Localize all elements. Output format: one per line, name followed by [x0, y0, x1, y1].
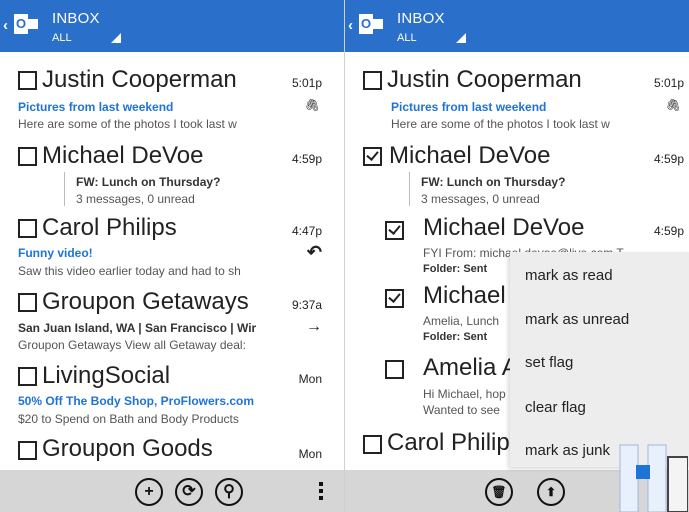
message-item[interactable]: Justin Cooperman 5:01p Pictures from las…: [345, 62, 689, 134]
select-checkbox-checked[interactable]: [385, 221, 404, 240]
message-subject: FW: Lunch on Thursday?: [421, 175, 566, 189]
filter-dropdown-icon[interactable]: [111, 33, 121, 43]
sender-name: Carol Philip: [387, 429, 510, 456]
app-bar: + ⟳ ⚲: [0, 470, 344, 512]
folder-filter[interactable]: ALL: [52, 32, 72, 44]
message-preview: Groupon Getaways View all Getaway deal:: [18, 338, 246, 352]
select-checkbox[interactable]: [363, 71, 382, 90]
select-checkbox[interactable]: [18, 147, 37, 166]
sender-name: LivingSocial: [42, 362, 171, 389]
message-preview: Amelia, Lunch: [423, 314, 500, 328]
back-icon[interactable]: ‹: [348, 17, 353, 34]
message-preview: 3 messages, 0 unread: [421, 192, 540, 206]
search-button[interactable]: ⚲: [215, 478, 243, 506]
select-checkbox[interactable]: [18, 71, 37, 90]
page-title: INBOX: [52, 10, 100, 27]
message-subject: Pictures from last weekend: [18, 100, 174, 114]
sender-name: Amelia A: [423, 354, 518, 381]
paperclip-icon: 🖇: [665, 98, 681, 112]
message-time: 4:59p: [291, 152, 322, 166]
new-message-button[interactable]: +: [135, 478, 163, 506]
message-preview: 3 messages, 0 unread: [76, 192, 195, 206]
select-checkbox[interactable]: [385, 360, 404, 379]
watermark-logo: [619, 444, 688, 512]
select-checkbox[interactable]: [18, 219, 37, 238]
sender-name: Groupon Getaways: [42, 288, 249, 315]
thread-indicator: [64, 172, 65, 206]
folder-label: Folder: Sent: [423, 331, 488, 343]
forward-icon: →: [306, 318, 322, 335]
inbox-pane-left: ‹ O INBOX ALL Justin Cooperman 5:01p Pic…: [0, 0, 344, 512]
back-icon[interactable]: ‹: [3, 17, 8, 34]
thread-indicator: [409, 172, 410, 206]
move-button[interactable]: ⬆: [537, 478, 565, 506]
folder-filter[interactable]: ALL: [397, 32, 417, 44]
select-checkbox-checked[interactable]: [385, 289, 404, 308]
outlook-icon: O: [14, 14, 38, 34]
message-preview: $20 to Spend on Bath and Body Products: [18, 412, 239, 426]
more-options-icon[interactable]: [319, 482, 323, 502]
sender-name: Groupon Goods: [42, 435, 213, 462]
select-checkbox[interactable]: [18, 293, 37, 312]
plus-icon: +: [144, 483, 154, 500]
move-folder-icon: ⬆: [545, 485, 557, 499]
select-checkbox[interactable]: [18, 441, 37, 460]
message-item[interactable]: Groupon Getaways 9:37a San Juan Island, …: [0, 284, 344, 356]
search-icon: ⚲: [223, 483, 235, 500]
menu-item-mark-unread[interactable]: mark as unread: [525, 311, 629, 328]
message-preview-2: Wanted to see: [423, 403, 500, 417]
sync-icon: ⟳: [182, 483, 196, 500]
message-preview: Here are some of the photos I took last …: [18, 117, 237, 131]
message-subject: Funny video!: [18, 246, 93, 260]
message-preview: Hi Michael, hop: [423, 387, 506, 401]
message-item[interactable]: LivingSocial Mon 50% Off The Body Shop, …: [0, 358, 344, 430]
sender-name: Michael DeVoe: [423, 214, 585, 241]
message-item[interactable]: Carol Philips 4:47p Funny video! ↶ Saw t…: [0, 210, 344, 282]
sender-name: Justin Cooperman: [387, 66, 582, 93]
page-title: INBOX: [397, 10, 445, 27]
paperclip-icon: 🖇: [304, 98, 320, 112]
message-item[interactable]: Groupon Goods Mon: [0, 430, 344, 470]
header: ‹ O INBOX ALL: [0, 0, 344, 52]
message-subject: FW: Lunch on Thursday?: [76, 175, 221, 189]
message-subject: 50% Off The Body Shop, ProFlowers.com: [18, 394, 255, 408]
select-checkbox[interactable]: [363, 435, 382, 454]
sync-button[interactable]: ⟳: [175, 478, 203, 506]
message-thread[interactable]: Michael DeVoe 4:59p FW: Lunch on Thursda…: [345, 138, 689, 210]
message-time: 9:37a: [291, 298, 322, 312]
sender-name: Carol Philips: [42, 214, 177, 241]
message-thread[interactable]: Michael DeVoe 4:59p FW: Lunch on Thursda…: [0, 138, 344, 210]
sender-name: Michael DeVoe: [42, 142, 204, 169]
delete-button[interactable]: 🗑: [485, 478, 513, 506]
header: ‹ O INBOX ALL: [345, 0, 689, 52]
message-time: 5:01p: [291, 76, 322, 90]
filter-dropdown-icon[interactable]: [456, 33, 466, 43]
message-time: 4:59p: [653, 224, 684, 238]
sender-name: Justin Cooperman: [42, 66, 237, 93]
message-time: Mon: [298, 372, 322, 386]
select-checkbox[interactable]: [18, 367, 37, 386]
trash-icon: 🗑: [491, 485, 507, 499]
message-subject: San Juan Island, WA | San Francisco | Wi…: [18, 321, 257, 335]
select-checkbox-checked[interactable]: [363, 147, 382, 166]
menu-item-mark-junk[interactable]: mark as junk: [525, 442, 610, 459]
folder-label: Folder: Sent: [423, 263, 488, 275]
reply-icon: ↶: [306, 242, 322, 262]
sender-name: Michael: [423, 282, 506, 309]
menu-item-clear-flag[interactable]: clear flag: [525, 399, 586, 416]
message-time: 4:59p: [653, 152, 684, 166]
message-preview: Saw this video earlier today and had to …: [18, 264, 241, 278]
menu-item-mark-read[interactable]: mark as read: [525, 267, 613, 284]
message-time: 5:01p: [653, 76, 684, 90]
sender-name: Michael DeVoe: [389, 142, 551, 169]
context-menu: mark as read mark as unread set flag cle…: [510, 252, 689, 467]
message-preview: Here are some of the photos I took last …: [391, 117, 610, 131]
message-time: 4:47p: [291, 224, 322, 238]
message-time: Mon: [298, 447, 322, 461]
outlook-icon: O: [359, 14, 383, 34]
menu-item-set-flag[interactable]: set flag: [525, 354, 573, 371]
message-item[interactable]: Justin Cooperman 5:01p Pictures from las…: [0, 62, 344, 134]
message-subject: Pictures from last weekend: [391, 100, 547, 114]
